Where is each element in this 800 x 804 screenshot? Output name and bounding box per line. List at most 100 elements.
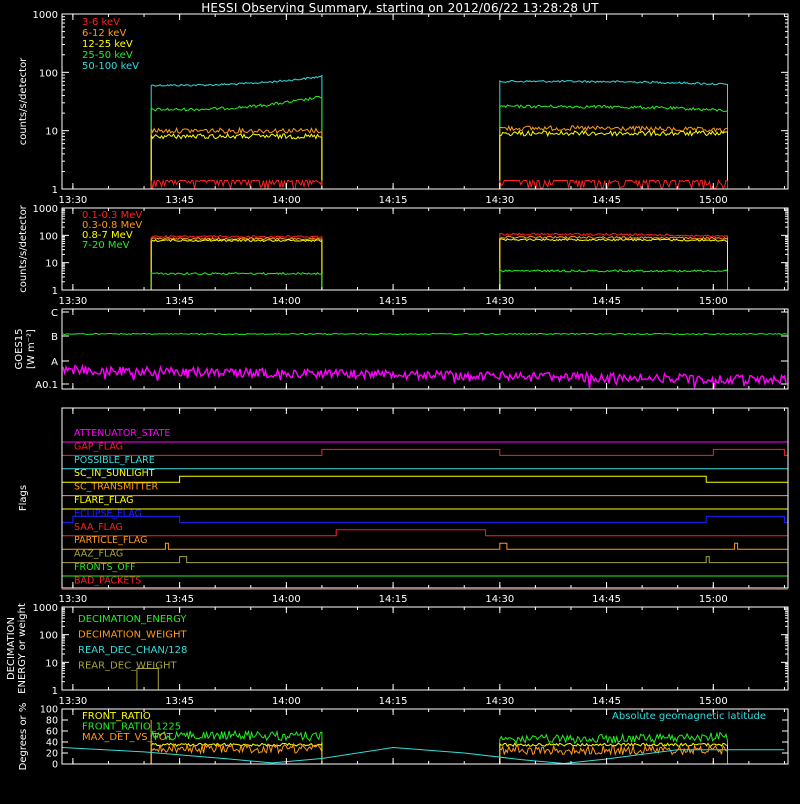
p2-x-tick-label: 15:00: [699, 296, 728, 307]
p6-legend-geomagnetic: Absolute geomagnetic latitude: [612, 711, 766, 722]
p1-x-tick-label: 14:00: [272, 195, 301, 206]
p3-ylabel: GOES15: [14, 328, 25, 369]
p2-series-0.1-0.3-MeV: [499, 232, 728, 290]
p4-flag-line: [62, 448, 788, 456]
p3-ylabel: [W m⁻²]: [26, 329, 37, 369]
p5-x-tick-label: 13:30: [58, 696, 87, 707]
p3-series-goes-long: [62, 332, 788, 336]
p1-series-25-50-keV: [150, 95, 323, 189]
p4-flag-label: SC_TRANSMITTER: [74, 482, 159, 493]
p2-series-0.8-7-MeV: [499, 237, 728, 290]
p4-flag-line: [62, 529, 788, 537]
p1-x-tick-label: 14:15: [379, 195, 408, 206]
p5-x-tick-label: 14:30: [485, 696, 514, 707]
p1-legend-entry: 12-25 keV: [82, 39, 133, 50]
p6-y-tick-label: 0: [52, 760, 58, 771]
p6-legend-entry: MAX_DET_VS_TOT: [82, 732, 174, 743]
p5-x-tick-label: 14:45: [592, 696, 621, 707]
p4-flag-line: [62, 475, 788, 483]
p6-ylabel-group: Degrees or %: [18, 703, 29, 771]
p1-y-tick-label: 100: [39, 68, 58, 79]
p5-legend-entry: DECIMATION_WEIGHT: [78, 630, 187, 641]
p1-series-25-50-keV: [499, 104, 728, 189]
p2-x-tick-label: 14:30: [485, 296, 514, 307]
p1-legend-entry: 6-12 keV: [82, 28, 126, 39]
p2-series-7-20-MeV: [150, 271, 323, 290]
p6-series-geomagnetic-latitude: [61, 746, 785, 765]
p2-x-tick-label: 14:00: [272, 296, 301, 307]
p2-ylabel: counts/s/detector: [18, 204, 29, 292]
p1-x-tick-label: 13:30: [58, 195, 87, 206]
p1-frame: [61, 13, 789, 190]
p5-legend-entry: DECIMATION_ENERGY: [78, 614, 187, 625]
p4-x-tick-label: 13:30: [58, 594, 87, 605]
p5-y-tick-label: 1000: [33, 603, 58, 614]
p4-flag-label: SAA_FLAG: [74, 522, 123, 533]
p4-flag-label: ATTENUATOR_STATE: [74, 428, 170, 439]
p2-y-tick-label: 1000: [33, 204, 58, 215]
p1-y-tick-label: 10: [45, 127, 58, 138]
p1-x-tick-label: 14:30: [485, 195, 514, 206]
p4-ylabel: Flags: [18, 485, 29, 511]
p1-legend-entry: 3-6 keV: [82, 17, 120, 28]
p5-legend-entry: REAR_DEC_WEIGHT: [78, 661, 177, 672]
p5-x-tick-label: 14:00: [272, 696, 301, 707]
p2-y-tick-label: 100: [39, 231, 58, 242]
p4-x-tick-label: 14:15: [379, 594, 408, 605]
p4-x-tick-label: 13:45: [165, 594, 194, 605]
p2-series-0.3-0.8-MeV: [150, 237, 323, 290]
p2-series-0.1-0.3-MeV: [150, 234, 323, 290]
p4-flag-label: ECLIPSE_FLAG: [74, 508, 142, 519]
p3-ylabel-group: GOES15 [W m⁻²]: [14, 328, 37, 369]
p6-y-tick-label: 20: [46, 749, 58, 760]
hessi-summary-figure: HESSI Observing Summary, starting on 201…: [0, 0, 800, 800]
p4-flag-line: [62, 515, 788, 523]
p4-flag-label: BAD_PACKETS: [74, 575, 141, 586]
chart-canvas: 110100100013:30 13:45 14:00 14:15 14:30 14:45…: [6, 10, 789, 771]
p4-flag-label: PARTICLE_FLAG: [74, 535, 147, 546]
p4-x-tick-label: 15:00: [699, 594, 728, 605]
p1-series-50-100-keV: [150, 74, 323, 189]
p5-x-tick-label: 14:15: [379, 696, 408, 707]
p2-series-0.3-0.8-MeV: [499, 235, 728, 290]
p2-y-tick-label: 1: [52, 286, 58, 297]
p5-y-tick-label: 10: [45, 658, 58, 669]
p4-flag-label: FRONTS_OFF: [74, 562, 136, 573]
p6-series-MAX_DET_VS_TOT: [499, 744, 728, 764]
p1-x-tick-label: 15:00: [699, 195, 728, 206]
p1-y-tick-label: 1: [52, 185, 58, 196]
p4-x-tick-label: 14:45: [592, 594, 621, 605]
p2-frame: [61, 207, 789, 291]
p4-flag-label: GAP_FLAG: [74, 441, 123, 452]
p2-x-tick-label: 13:45: [165, 296, 194, 307]
p4-x-tick-label: 14:00: [272, 594, 301, 605]
p2-x-tick-label: 13:30: [58, 296, 87, 307]
p4-flag-label: AAZ_FLAG: [74, 549, 123, 560]
p6-series-FRONT_RATIO_1225: [150, 729, 323, 764]
p5-ylabel: ENERGY or weight: [17, 603, 28, 694]
p1-legend-entry: 25-50 keV: [82, 50, 133, 61]
p2-ylabel-group: counts/s/detector: [18, 204, 29, 292]
p2-y-tick-label: 10: [45, 259, 58, 270]
p6-ylabel: Degrees or %: [18, 703, 29, 771]
p6-y-tick-label: 100: [40, 705, 58, 716]
p6-y-tick-label: 40: [46, 738, 58, 749]
p1-series-50-100-keV: [499, 79, 728, 189]
p3-series-goes-short: [62, 363, 788, 389]
p4-ylabel-group: Flags: [18, 485, 29, 511]
p1-ylabel: counts/s/detector: [18, 57, 29, 145]
p6-legend-entry: FRONT_RATIO: [82, 711, 151, 722]
p4-x-tick-label: 14:30: [485, 594, 514, 605]
p1-series-3-6-keV: [499, 178, 728, 191]
p5-ylabel-group: DECIMATION ENERGY or weight: [6, 603, 28, 694]
p4-flag-line: [62, 542, 788, 550]
figure-title: HESSI Observing Summary, starting on 201…: [201, 1, 599, 15]
p5-legend-entry: REAR_DEC_CHAN/128: [78, 645, 187, 656]
p4-flag-label: SC_IN_SUNLIGHT: [74, 468, 155, 479]
p4-flag-label: POSSIBLE_FLARE: [74, 455, 155, 466]
p5-series-rear-dec-weight: [136, 667, 159, 690]
p4-flag-line: [62, 556, 788, 564]
p6-y-tick-label: 80: [46, 716, 58, 727]
p2-legend-entry: 7-20 MeV: [82, 240, 130, 251]
p4-frame: [61, 407, 789, 589]
